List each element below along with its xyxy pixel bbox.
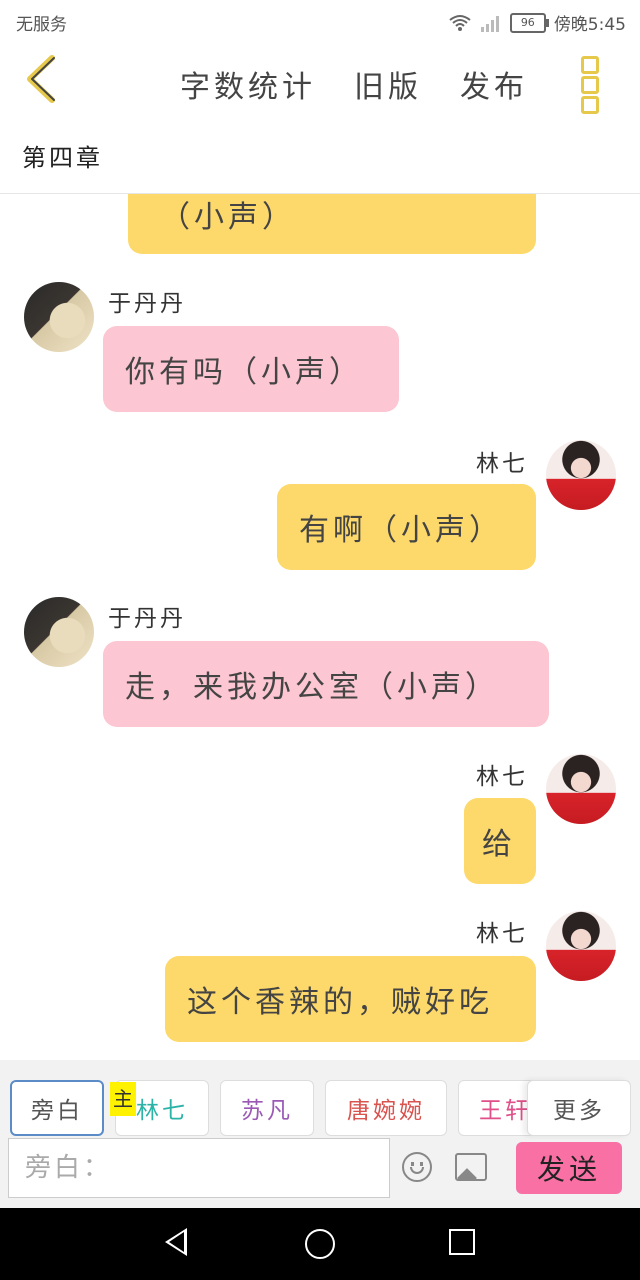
message-bubble[interactable]: 走，来我办公室（小声） [103, 641, 549, 727]
message-bubble[interactable]: 这个香辣的，贼好吃 [165, 956, 536, 1042]
nav-back-icon[interactable] [165, 1228, 187, 1256]
nav-recent-apps-icon[interactable] [449, 1229, 475, 1255]
old-version-button[interactable]: 旧版 [354, 62, 422, 106]
role-button-sufan[interactable]: 苏凡 [220, 1080, 314, 1136]
back-button[interactable] [22, 54, 72, 110]
emoji-icon[interactable] [402, 1152, 432, 1182]
main-role-tag: 主 [110, 1082, 136, 1116]
role-button-tangwanwan[interactable]: 唐婉婉 [325, 1080, 447, 1136]
status-icons: 96 傍晚5:45 [448, 10, 626, 35]
avatar[interactable] [24, 597, 94, 667]
role-button-wangxuan[interactable]: 王轩 [458, 1080, 538, 1136]
role-button-narrator[interactable]: 旁白 [10, 1080, 104, 1136]
signal-icon [480, 15, 499, 32]
chat-list[interactable]: （小声） 于丹丹 你有吗（小声） 林七 有啊（小声） 于丹丹 走，来我办公室（小… [0, 194, 640, 1060]
nav-home-icon[interactable] [305, 1229, 335, 1259]
chevron-left-icon [27, 55, 55, 103]
avatar[interactable] [546, 440, 616, 510]
system-nav-bar [0, 1208, 640, 1280]
editor-header: 字数统计 旧版 发布 [0, 44, 640, 124]
speaker-name: 林七 [476, 764, 528, 790]
speaker-name: 于丹丹 [108, 291, 186, 317]
avatar[interactable] [546, 754, 616, 824]
input-toolbar: 旁白 林七 主 苏凡 唐婉婉 王轩 更多 旁白： 发送 [0, 1060, 640, 1208]
send-button[interactable]: 发送 [516, 1142, 622, 1194]
status-bar: 无服务 96 傍晚5:45 [0, 0, 640, 44]
chapter-title: 第四章 [22, 144, 103, 172]
message-bubble[interactable]: 你有吗（小声） [103, 326, 399, 412]
header-actions: 字数统计 旧版 发布 [180, 62, 528, 106]
avatar[interactable] [546, 911, 616, 981]
publish-button[interactable]: 发布 [460, 62, 528, 106]
image-icon[interactable] [455, 1153, 487, 1181]
battery-icon: 96 [509, 12, 549, 33]
message-bubble[interactable]: 有啊（小声） [277, 484, 536, 570]
speaker-name: 于丹丹 [108, 606, 186, 632]
dialogue-input[interactable]: 旁白： [8, 1138, 390, 1198]
message-bubble[interactable]: 给 [464, 798, 536, 884]
more-roles-button[interactable]: 更多 [527, 1080, 631, 1136]
clock: 傍晚5:45 [553, 15, 626, 35]
more-vertical-icon[interactable] [578, 54, 600, 114]
word-count-button[interactable]: 字数统计 [180, 62, 316, 106]
message-bubble[interactable]: （小声） [128, 194, 536, 254]
speaker-name: 林七 [476, 921, 528, 947]
avatar[interactable] [24, 282, 94, 352]
wifi-icon [449, 14, 471, 31]
speaker-name: 林七 [476, 451, 528, 477]
carrier-label: 无服务 [16, 15, 67, 35]
